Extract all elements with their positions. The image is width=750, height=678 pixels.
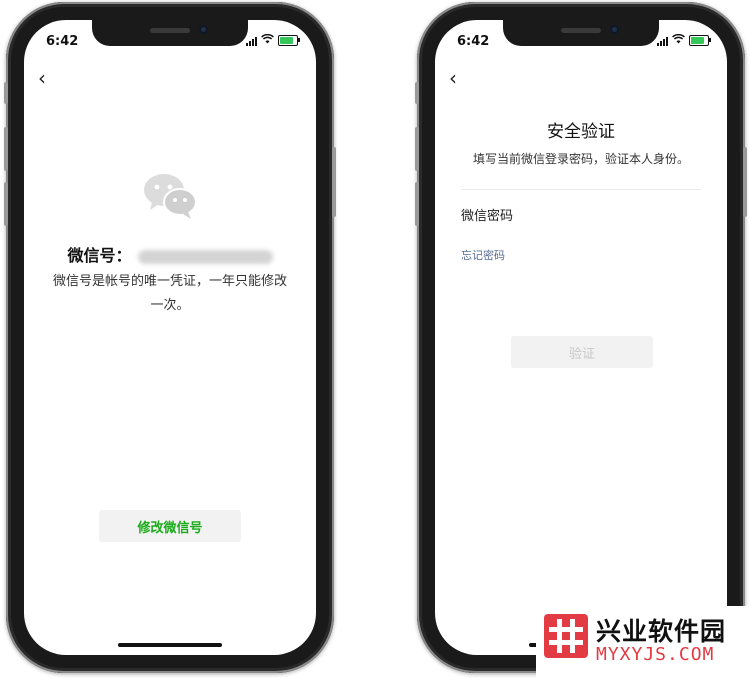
wechat-logo-icon xyxy=(144,174,197,219)
signal-icon xyxy=(657,36,668,46)
power-button xyxy=(743,147,747,217)
wechat-id-label: 微信号： xyxy=(67,246,132,265)
modify-wechat-id-button[interactable]: 修改微信号 xyxy=(99,510,241,542)
volume-down-button xyxy=(4,182,8,226)
password-label: 微信密码 xyxy=(461,209,514,224)
wifi-icon xyxy=(261,33,274,47)
verify-button[interactable]: 验证 xyxy=(511,336,653,368)
volume-down-button xyxy=(415,182,419,226)
status-time: 6:42 xyxy=(46,34,79,49)
phone-right: 6:42 ‹ 安全验证 填写当前微信登录密码，验证本人身份。 微信密码 忘记密码… xyxy=(415,2,747,673)
notch xyxy=(503,20,659,46)
power-button xyxy=(332,147,336,217)
wechat-id-description: 微信号是帐号的唯一凭证，一年只能修改一次。 xyxy=(52,274,287,313)
forgot-password-link[interactable]: 忘记密码 xyxy=(461,247,505,263)
notch xyxy=(92,20,248,46)
page-title: 安全验证 xyxy=(547,122,615,142)
battery-icon xyxy=(689,35,711,46)
page-subtitle: 填写当前微信登录密码，验证本人身份。 xyxy=(472,152,689,166)
wechat-id-row: 微信号： xyxy=(24,242,316,266)
watermark-chinese-text: 兴业软件园 xyxy=(596,617,727,646)
status-icons xyxy=(657,33,711,47)
volume-up-button xyxy=(4,127,8,171)
speaker xyxy=(561,28,601,33)
back-button[interactable]: ‹ xyxy=(449,66,457,90)
wifi-icon xyxy=(672,33,685,47)
divider xyxy=(461,189,701,190)
screen-right: 6:42 ‹ 安全验证 填写当前微信登录密码，验证本人身份。 微信密码 忘记密码… xyxy=(435,20,727,655)
back-button[interactable]: ‹ xyxy=(38,66,46,90)
status-icons xyxy=(246,33,300,47)
mute-switch xyxy=(415,82,419,104)
front-camera xyxy=(610,25,619,34)
password-input[interactable] xyxy=(535,198,701,228)
signal-icon xyxy=(246,36,257,46)
watermark-english-text: MYXYJS.COM xyxy=(596,644,715,665)
phone-left: 6:42 ‹ 微信号： 微信号是帐号的唯一凭证，一年只能修改一次。 修改微信号 xyxy=(4,2,336,673)
wechat-id-value-blurred xyxy=(137,249,273,264)
watermark: 兴业软件园 MYXYJS.COM xyxy=(536,606,750,678)
home-indicator[interactable] xyxy=(118,643,222,647)
mute-switch xyxy=(4,82,8,104)
speaker xyxy=(150,28,190,33)
hash-logo-icon xyxy=(544,614,588,658)
battery-icon xyxy=(278,35,300,46)
screen-left: 6:42 ‹ 微信号： 微信号是帐号的唯一凭证，一年只能修改一次。 修改微信号 xyxy=(24,20,316,655)
front-camera xyxy=(199,25,208,34)
volume-up-button xyxy=(415,127,419,171)
status-time: 6:42 xyxy=(457,34,490,49)
